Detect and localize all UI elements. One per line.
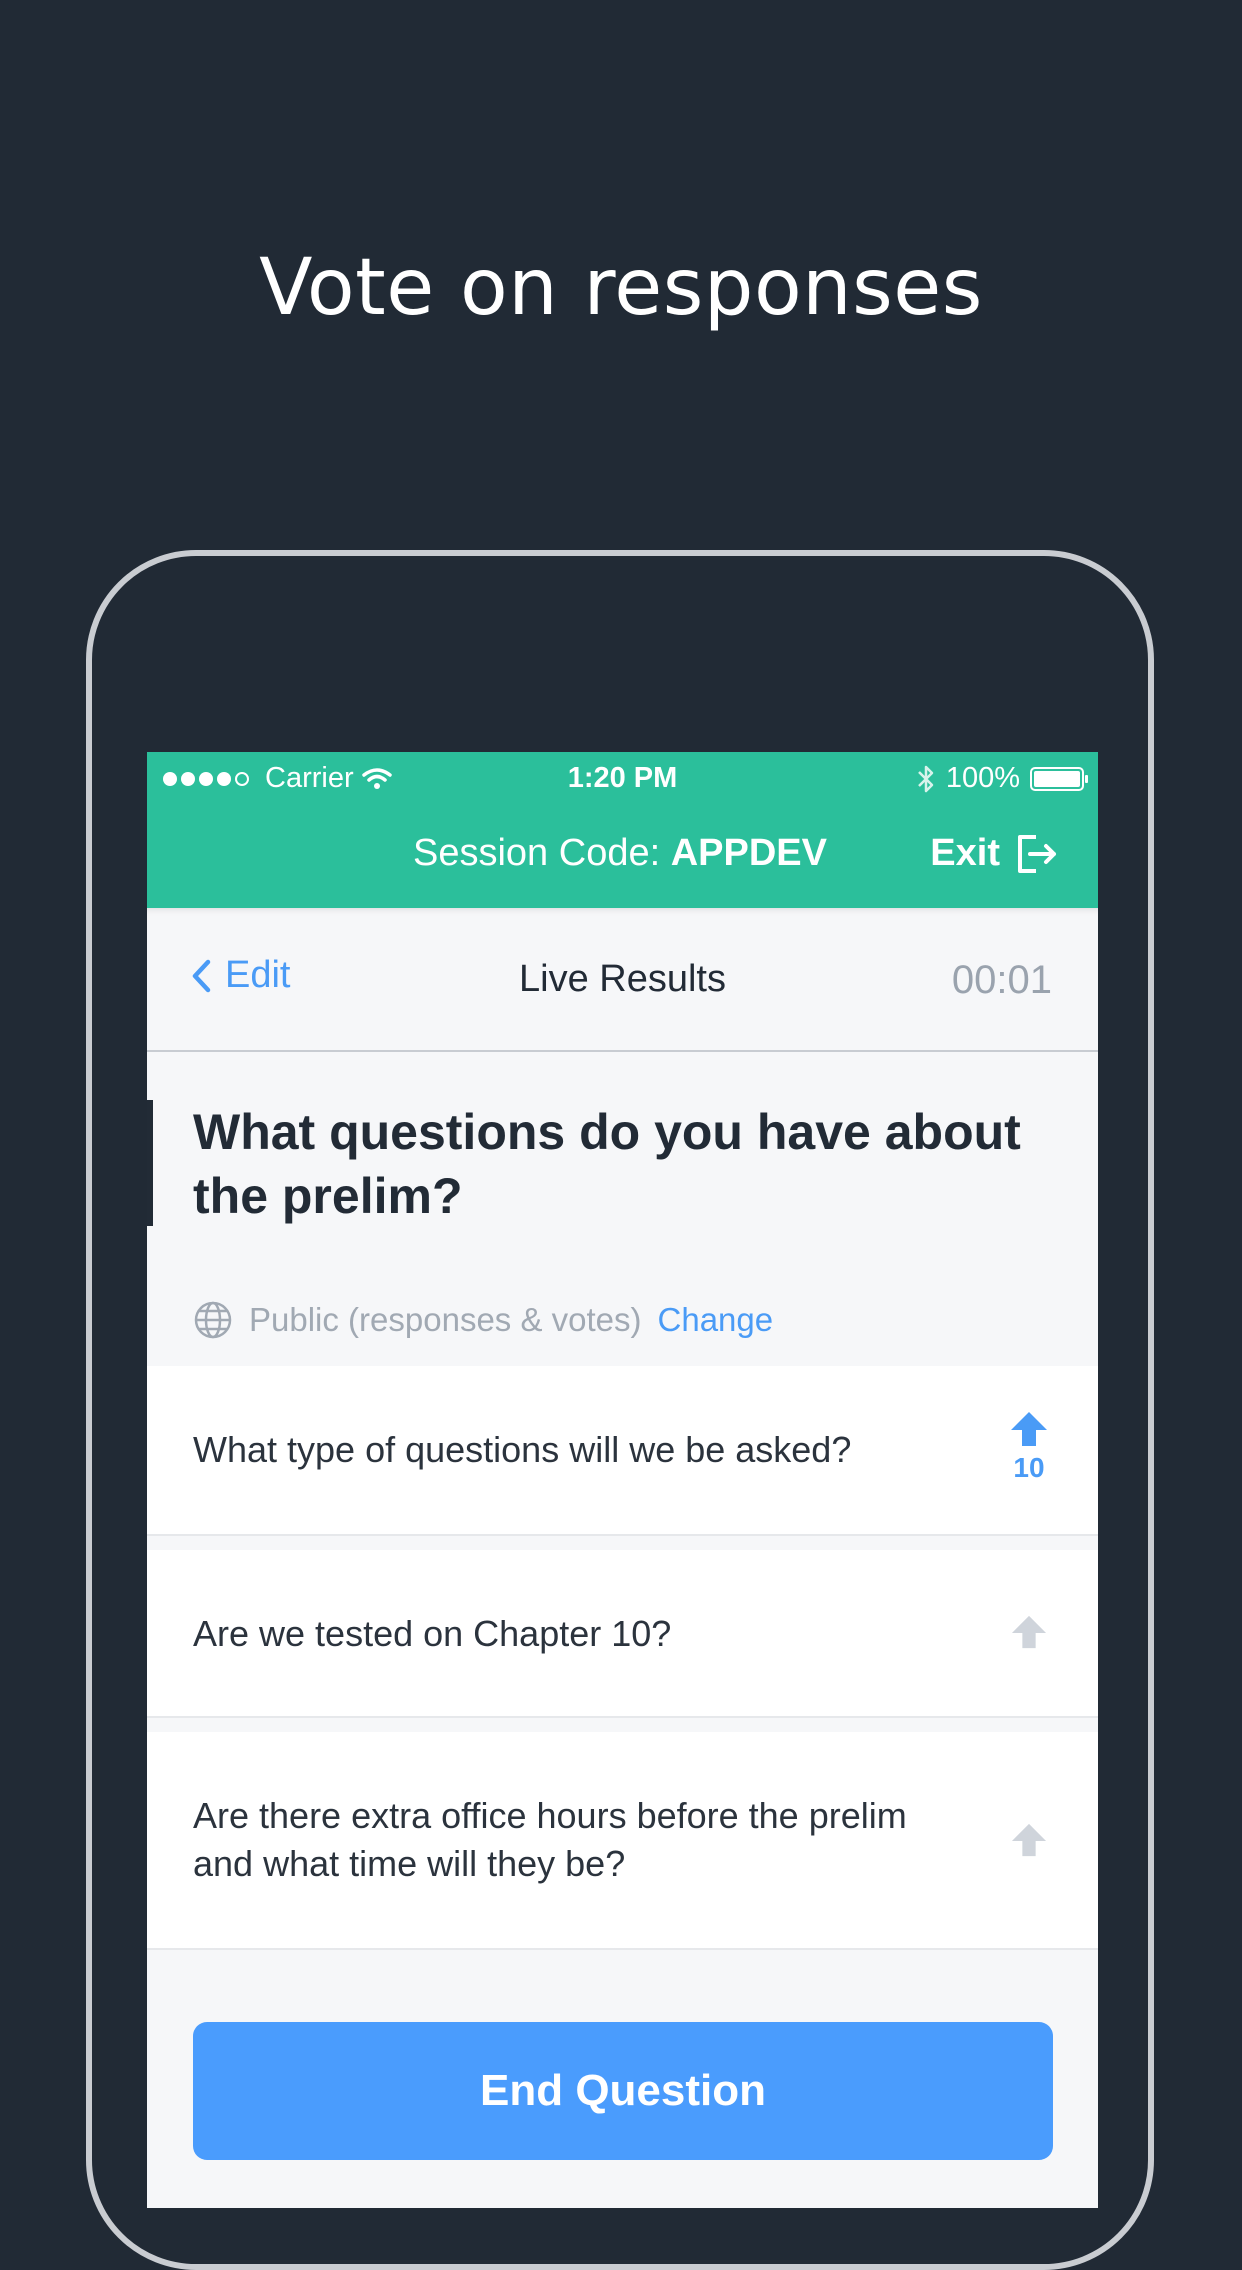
response-text: What type of questions will we be asked? bbox=[193, 1429, 852, 1470]
response-text: Are we tested on Chapter 10? bbox=[193, 1613, 672, 1654]
exit-icon bbox=[1018, 834, 1056, 873]
question-text: What questions do you have about the pre… bbox=[193, 1104, 1021, 1224]
session-code: APPDEV bbox=[670, 832, 827, 874]
upvote-arrow-icon bbox=[1011, 1823, 1047, 1857]
headline: Vote on responses bbox=[259, 243, 983, 333]
session-bar: Session Code: APPDEV Exit bbox=[147, 832, 1098, 888]
upvote-arrow-icon bbox=[1011, 1615, 1047, 1649]
battery-percent: 100% bbox=[945, 762, 1020, 794]
globe-icon bbox=[194, 1301, 232, 1339]
nav-bar: Edit Live Results 00:01 bbox=[147, 908, 1098, 1052]
change-privacy-link[interactable]: Change bbox=[658, 1301, 774, 1339]
vote-count: 10 bbox=[1013, 1452, 1045, 1483]
bluetooth-icon bbox=[917, 765, 934, 792]
upvote-button[interactable] bbox=[1004, 1822, 1054, 1858]
app-screen: Carrier 1:20 PM 100% Session Code: APPDE… bbox=[147, 752, 1098, 2208]
header-bar: Carrier 1:20 PM 100% Session Code: APPDE… bbox=[147, 752, 1098, 908]
session-code-label: Session Code: bbox=[413, 832, 661, 874]
timer: 00:01 bbox=[951, 958, 1052, 1002]
upvote-arrow-icon bbox=[1011, 1412, 1047, 1446]
response-item: What type of questions will we be asked?… bbox=[147, 1366, 1098, 1536]
exit-button[interactable]: Exit bbox=[930, 832, 1058, 875]
upvote-button[interactable] bbox=[1004, 1614, 1054, 1650]
response-item: Are there extra office hours before the … bbox=[147, 1732, 1098, 1950]
response-item: Are we tested on Chapter 10? bbox=[147, 1550, 1098, 1718]
battery-icon bbox=[1030, 766, 1088, 791]
response-text: Are there extra office hours before the … bbox=[193, 1795, 907, 1884]
exit-label: Exit bbox=[930, 832, 1000, 874]
question-indicator bbox=[147, 1100, 153, 1226]
upvote-button[interactable]: 10 bbox=[1004, 1410, 1054, 1484]
end-question-button[interactable]: End Question bbox=[193, 2022, 1053, 2160]
privacy-label: Public (responses & votes) bbox=[249, 1301, 642, 1338]
status-bar: Carrier 1:20 PM 100% bbox=[147, 752, 1098, 808]
privacy-row: Public (responses & votes) Change bbox=[193, 1300, 773, 1340]
